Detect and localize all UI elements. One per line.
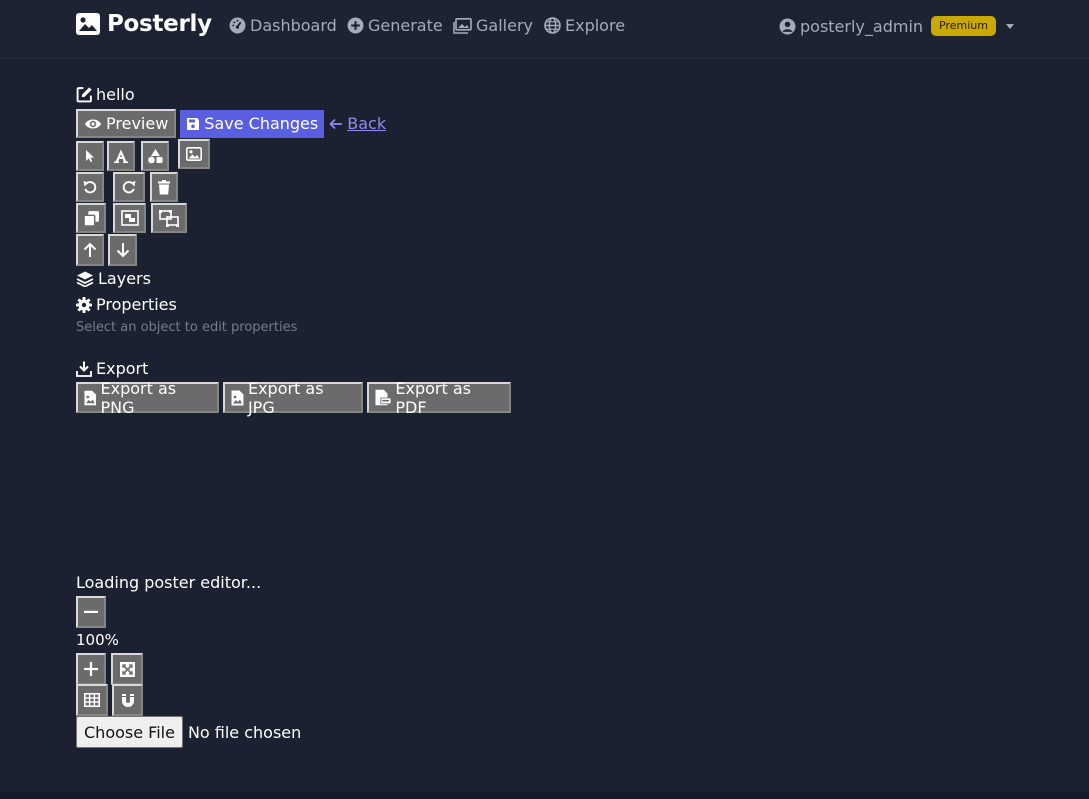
brand[interactable]: Posterly xyxy=(76,11,212,37)
undo-button[interactable] xyxy=(76,172,104,202)
user-circle-icon xyxy=(779,18,796,34)
bring-forward-button[interactable] xyxy=(76,234,104,266)
shapes-icon xyxy=(147,149,162,164)
export-buttons: Export as PNG Export as JPG Export as PD… xyxy=(76,379,515,417)
floppy-disk-icon xyxy=(187,117,200,130)
export-png-button[interactable]: Export as PNG xyxy=(76,379,219,417)
chevron-down-icon[interactable] xyxy=(1005,23,1014,29)
images-icon xyxy=(453,17,472,34)
zoom-level: 100% xyxy=(76,631,119,649)
file-status: No file chosen xyxy=(187,722,302,742)
username: posterly_admin xyxy=(800,16,924,36)
nav-explore[interactable]: Explore xyxy=(544,16,625,35)
delete-button[interactable] xyxy=(150,172,178,202)
poster-title-text: hello xyxy=(96,85,135,104)
export-png-label: Export as PNG xyxy=(100,378,177,417)
download-icon xyxy=(76,361,92,377)
layers-heading: Layers xyxy=(76,269,151,288)
delete-icon xyxy=(158,179,170,194)
select-pointer-icon xyxy=(86,150,94,162)
shapes-tool-button[interactable] xyxy=(141,141,169,171)
bottom-bar xyxy=(0,792,1089,799)
file-image-icon xyxy=(84,390,97,405)
duplicate-button[interactable] xyxy=(76,203,106,233)
grid-icon xyxy=(84,693,100,707)
group-icon xyxy=(120,210,139,226)
snap-toggle-button[interactable] xyxy=(112,684,143,716)
undo-icon xyxy=(83,181,97,194)
ungroup-icon xyxy=(158,209,179,227)
nav-dashboard-label: Dashboard xyxy=(250,16,337,35)
gauge-icon xyxy=(229,17,246,34)
layers-icon xyxy=(76,271,94,287)
file-image-icon xyxy=(231,390,244,405)
preview-button[interactable]: Preview xyxy=(76,109,177,138)
nav-generate-label: Generate xyxy=(368,16,443,35)
fit-to-screen-button[interactable] xyxy=(111,653,143,685)
back-link[interactable]: Back xyxy=(329,114,386,133)
loading-status: Loading poster editor... xyxy=(76,573,262,592)
export-jpg-button[interactable]: Export as JPG xyxy=(223,379,363,417)
bring-forward-icon xyxy=(83,242,97,257)
magnet-icon xyxy=(121,693,134,707)
send-backward-icon xyxy=(116,243,129,258)
editor-actions: Preview Save Changes Back xyxy=(76,109,386,138)
export-pdf-button[interactable]: Export as PDF xyxy=(367,379,511,417)
send-backward-button[interactable] xyxy=(108,234,137,266)
save-changes-label: Save Changes xyxy=(204,114,319,133)
file-pdf-icon xyxy=(375,389,392,406)
eye-icon xyxy=(85,119,101,128)
gear-icon xyxy=(76,296,92,313)
nav-generate[interactable]: Generate xyxy=(347,16,443,35)
arrow-left-icon xyxy=(329,118,343,129)
globe-icon xyxy=(544,17,561,34)
image-upload: Choose File No file chosen xyxy=(76,716,301,748)
image-tool-button[interactable] xyxy=(178,139,210,169)
save-changes-button[interactable]: Save Changes xyxy=(180,109,325,138)
export-heading: Export xyxy=(76,359,148,378)
image-logo-icon xyxy=(76,13,100,35)
plus-icon xyxy=(84,662,98,676)
brand-name: Posterly xyxy=(107,11,212,37)
nav-dashboard[interactable]: Dashboard xyxy=(229,16,337,35)
plus-circle-icon xyxy=(347,17,364,34)
text-tool-button[interactable] xyxy=(107,141,135,171)
zoom-out-button[interactable] xyxy=(76,596,106,628)
select-tool-button[interactable] xyxy=(76,141,104,171)
edit-icon xyxy=(76,87,92,103)
redo-button[interactable] xyxy=(113,172,145,202)
layers-heading-text: Layers xyxy=(98,269,151,288)
text-icon xyxy=(114,149,128,163)
grid-toggle-button[interactable] xyxy=(76,684,108,716)
ungroup-button[interactable] xyxy=(151,203,187,233)
image-icon xyxy=(186,147,202,161)
nav-gallery-label: Gallery xyxy=(476,16,533,35)
properties-heading: Properties xyxy=(76,295,177,314)
group-button[interactable] xyxy=(113,203,146,233)
choose-file-button[interactable]: Choose File xyxy=(76,716,183,748)
export-pdf-label: Export as PDF xyxy=(395,378,471,417)
preview-button-label: Preview xyxy=(106,114,169,133)
user-menu[interactable]: posterly_admin Premium xyxy=(779,16,1014,36)
nav-explore-label: Explore xyxy=(565,16,626,35)
premium-badge: Premium xyxy=(931,16,996,36)
expand-icon xyxy=(119,661,135,677)
export-heading-text: Export xyxy=(96,359,149,378)
back-link-label: Back xyxy=(347,114,387,133)
minus-icon xyxy=(84,610,98,613)
redo-icon xyxy=(122,181,136,194)
duplicate-icon xyxy=(82,210,99,227)
properties-hint: Select an object to edit properties xyxy=(76,320,298,335)
top-navbar: Posterly Dashboard Generate Gallery Expl… xyxy=(0,0,1089,59)
properties-heading-text: Properties xyxy=(96,295,177,314)
nav-gallery[interactable]: Gallery xyxy=(453,16,533,35)
zoom-in-button[interactable] xyxy=(76,653,106,685)
export-jpg-label: Export as JPG xyxy=(247,378,324,417)
poster-title: hello xyxy=(76,85,135,104)
